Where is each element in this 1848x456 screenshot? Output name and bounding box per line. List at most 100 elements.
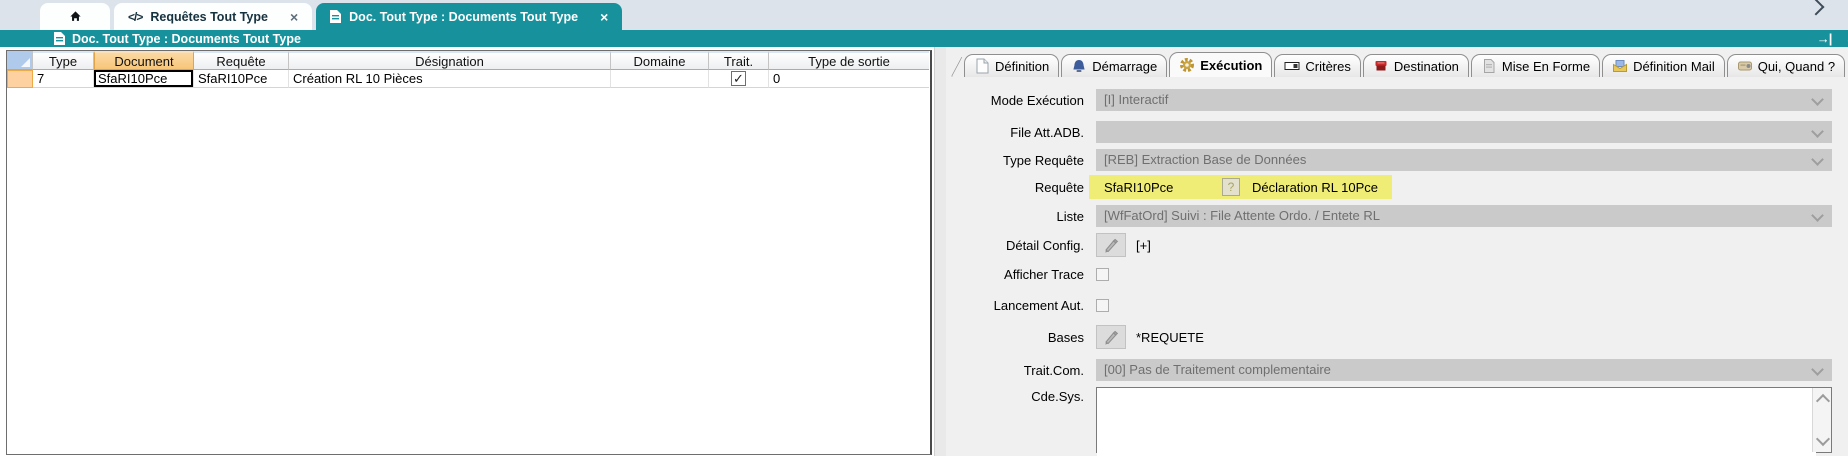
field-detail-config: Détail Config. [+]	[946, 233, 1848, 257]
scroll-down-icon[interactable]	[1816, 432, 1830, 446]
field-label: Requête	[946, 180, 1096, 195]
field-lancement-aut: Lancement Aut.	[946, 298, 1848, 313]
tab-label: Critères	[1305, 59, 1351, 74]
grid-corner-cell[interactable]	[7, 51, 33, 70]
tab-criteres[interactable]: Critères	[1274, 54, 1361, 77]
tab-definition-mail[interactable]: Définition Mail	[1602, 54, 1725, 77]
file-att-adb-dropdown[interactable]	[1096, 121, 1832, 143]
field-cde-sys: Cde.Sys.	[946, 387, 1848, 453]
detail-config-button[interactable]	[1096, 233, 1126, 257]
grid-header-row: Type Document Requête Désignation Domain…	[7, 51, 930, 70]
tab-requetes-tout-type[interactable]: </> Requêtes Tout Type ×	[114, 3, 312, 30]
document-title: Doc. Tout Type : Documents Tout Type	[72, 32, 301, 46]
dropdown-value: [I] Interactif	[1104, 92, 1168, 107]
code-icon: </>	[128, 10, 142, 24]
column-header-type-de-sortie[interactable]: Type de sortie	[769, 51, 929, 70]
tab-mise-en-forme[interactable]: Mise En Forme	[1471, 54, 1600, 77]
cell-type[interactable]: 7	[33, 70, 94, 88]
writing-hand-icon	[1103, 329, 1119, 345]
title-bar-actions: →| →|	[1817, 30, 1848, 47]
column-header-document[interactable]: Document	[94, 51, 194, 70]
tab-label: Exécution	[1200, 58, 1262, 73]
jump-to-end-icon[interactable]: →|	[1817, 31, 1832, 46]
tab-overflow-chevron-icon[interactable]	[1808, 0, 1825, 15]
corner-triangle-icon	[21, 58, 30, 67]
home-tab[interactable]	[40, 3, 110, 30]
close-icon[interactable]: ×	[600, 9, 608, 25]
row-selector-cell[interactable]	[7, 70, 33, 88]
chevron-down-icon	[1811, 153, 1824, 166]
column-header-domaine[interactable]: Domaine	[611, 51, 709, 70]
mode-execution-dropdown[interactable]: [I] Interactif	[1096, 89, 1832, 111]
liste-dropdown[interactable]: [WfFatOrd] Suivi : File Attente Ordo. / …	[1096, 205, 1832, 227]
column-header-trait[interactable]: Trait.	[709, 51, 769, 70]
field-label: Type Requête	[946, 153, 1096, 168]
documents-grid: Type Document Requête Désignation Domain…	[6, 50, 932, 455]
requete-description: Déclaration RL 10Pce	[1252, 180, 1378, 195]
cell-designation[interactable]: Création RL 10 Pièces	[289, 70, 611, 88]
field-requete: Requête SfaRI10Pce ? Déclaration RL 10Pc…	[946, 175, 1848, 199]
field-label: Mode Exécution	[946, 93, 1096, 108]
field-label: Lancement Aut.	[946, 298, 1096, 313]
lancement-aut-checkbox[interactable]	[1096, 299, 1109, 312]
type-requete-dropdown[interactable]: [REB] Extraction Base de Données	[1096, 149, 1832, 171]
input-field-icon	[1284, 58, 1300, 74]
tab-label: Définition Mail	[1633, 59, 1715, 74]
field-label: Trait.Com.	[946, 363, 1096, 378]
field-label: Cde.Sys.	[946, 387, 1096, 404]
printer-icon	[1373, 58, 1389, 74]
tab-qui-quand[interactable]: Qui, Quand ?	[1727, 54, 1845, 77]
vertical-scrollbar[interactable]	[1812, 388, 1831, 452]
field-liste: Liste [WfFatOrd] Suivi : File Attente Or…	[946, 205, 1848, 227]
tab-label: Doc. Tout Type : Documents Tout Type	[349, 10, 578, 24]
cell-requete[interactable]: SfaRI10Pce	[194, 70, 289, 88]
tab-doc-tout-type[interactable]: Doc. Tout Type : Documents Tout Type ×	[316, 3, 622, 30]
trait-com-dropdown[interactable]: [00] Pas de Traitement complementaire	[1096, 359, 1832, 381]
tab-label: Destination	[1394, 59, 1459, 74]
bases-value: *REQUETE	[1136, 330, 1204, 345]
field-label: Liste	[946, 209, 1096, 224]
dropdown-value: [WfFatOrd] Suivi : File Attente Ordo. / …	[1104, 208, 1380, 223]
requete-code[interactable]: SfaRI10Pce	[1104, 180, 1222, 195]
afficher-trace-checkbox[interactable]	[1096, 268, 1109, 281]
home-icon	[70, 10, 81, 23]
field-bases: Bases *REQUETE	[946, 325, 1848, 349]
requete-highlight: SfaRI10Pce ? Déclaration RL 10Pce	[1089, 175, 1392, 199]
cell-trait: ✓	[709, 70, 769, 88]
bases-button[interactable]	[1096, 325, 1126, 349]
tab-label: Mise En Forme	[1502, 59, 1590, 74]
detail-panel: Définition Démarrage Exécution	[946, 47, 1848, 456]
chevron-down-icon	[1811, 93, 1824, 106]
tab-demarrage[interactable]: Démarrage	[1061, 54, 1167, 77]
cell-type-de-sortie[interactable]: 0	[769, 70, 929, 88]
tab-label: Requêtes Tout Type	[150, 10, 268, 24]
field-afficher-trace: Afficher Trace	[946, 267, 1848, 282]
field-type-requete: Type Requête [REB] Extraction Base de Do…	[946, 149, 1848, 171]
note-icon	[1737, 58, 1753, 74]
writing-hand-icon	[1103, 237, 1119, 253]
trait-checkbox[interactable]: ✓	[731, 71, 746, 86]
scroll-up-icon[interactable]	[1816, 394, 1830, 408]
tab-label: Définition	[995, 59, 1049, 74]
page-icon	[974, 58, 990, 74]
main-area: Type Document Requête Désignation Domain…	[0, 47, 1848, 456]
window-tab-strip: </> Requêtes Tout Type × Doc. Tout Type …	[0, 0, 1848, 30]
tab-execution[interactable]: Exécution	[1169, 52, 1272, 77]
cell-domaine[interactable]	[611, 70, 709, 88]
envelope-icon	[1612, 58, 1628, 74]
tab-definition[interactable]: Définition	[964, 54, 1059, 77]
close-icon[interactable]: ×	[290, 9, 298, 25]
dropdown-value: [00] Pas de Traitement complementaire	[1104, 362, 1331, 377]
field-trait-com: Trait.Com. [00] Pas de Traitement comple…	[946, 359, 1848, 381]
column-header-type[interactable]: Type	[33, 51, 94, 70]
tab-destination[interactable]: Destination	[1363, 54, 1469, 77]
chevron-down-icon	[1811, 209, 1824, 222]
panel-splitter[interactable]	[934, 47, 946, 456]
dropdown-value: [REB] Extraction Base de Données	[1104, 152, 1306, 167]
help-button[interactable]: ?	[1222, 178, 1240, 196]
column-header-designation[interactable]: Désignation	[289, 51, 611, 70]
column-header-requete[interactable]: Requête	[194, 51, 289, 70]
document-icon	[330, 10, 341, 23]
cell-document[interactable]: SfaRI10Pce	[94, 70, 194, 88]
cde-sys-textarea[interactable]	[1097, 388, 1816, 456]
